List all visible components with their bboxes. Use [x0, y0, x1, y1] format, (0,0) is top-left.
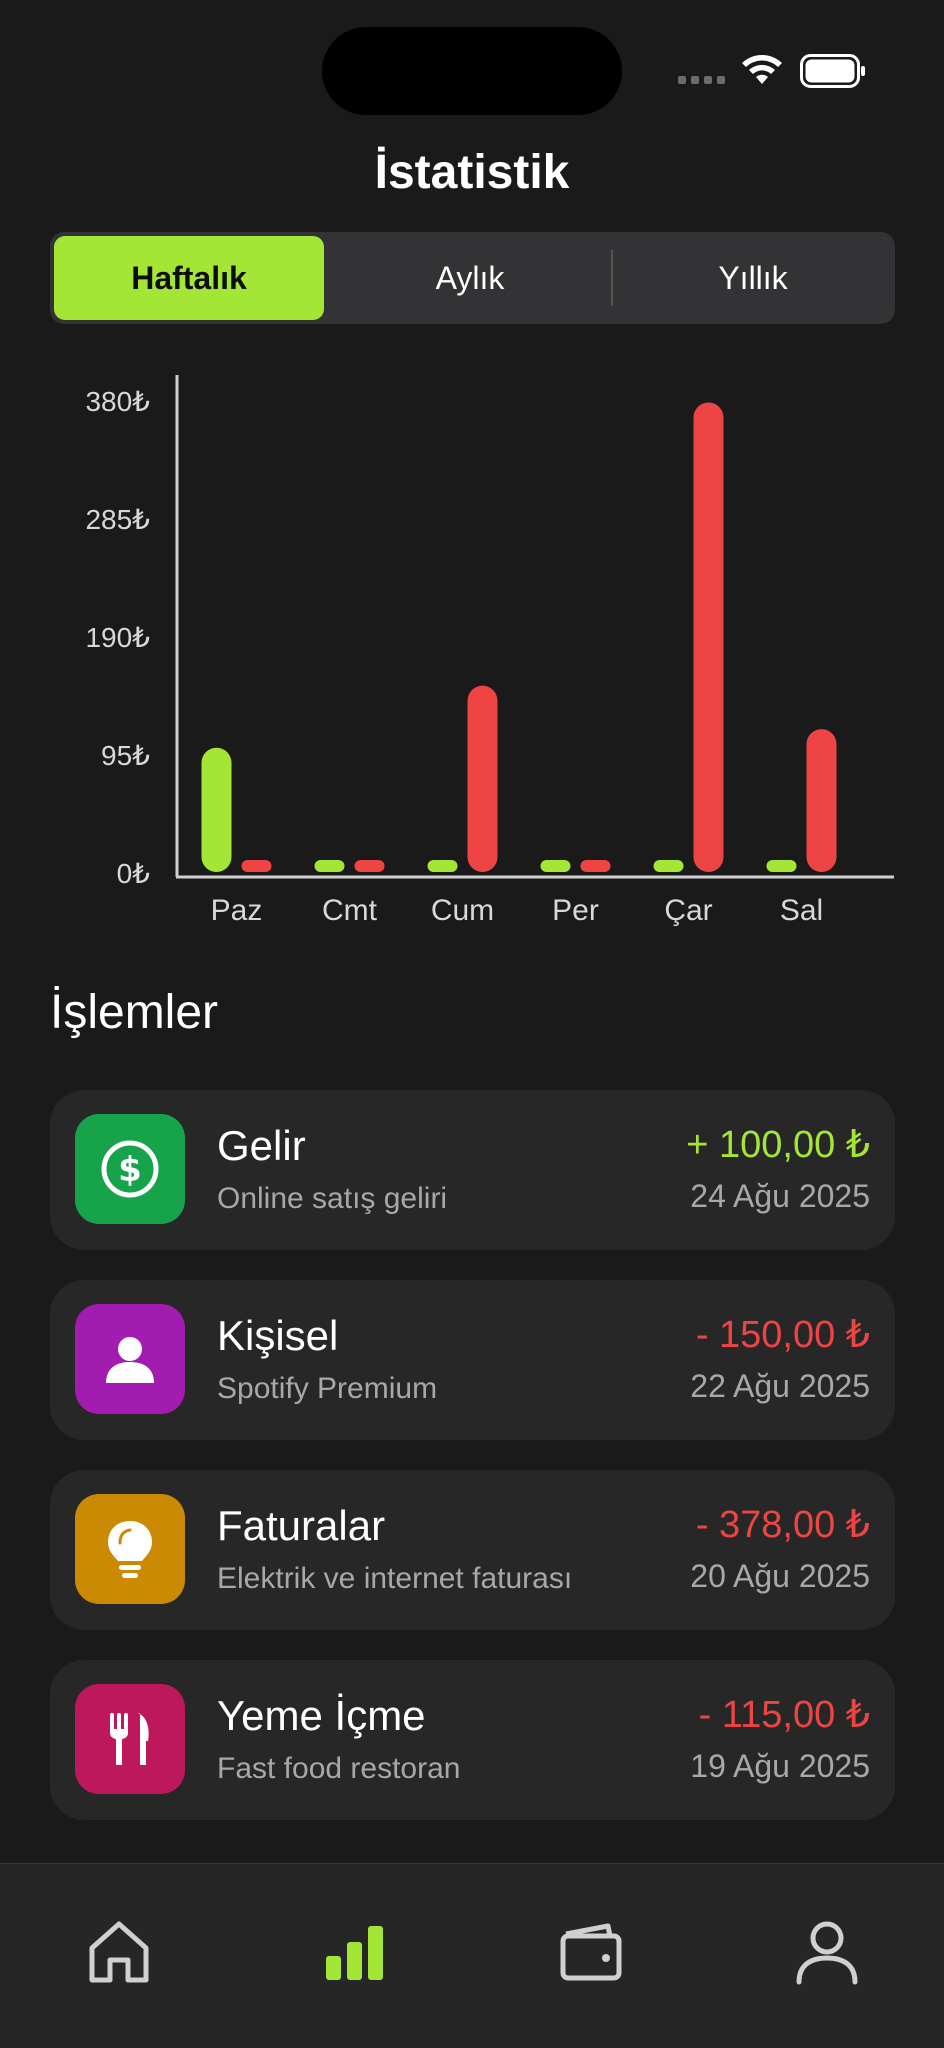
- transaction-subtitle: Online satış geliri: [217, 1182, 448, 1215]
- segment-weekly[interactable]: Haftalık: [54, 236, 324, 320]
- transaction-title: Gelir: [217, 1122, 306, 1169]
- svg-text:$: $: [118, 1150, 142, 1190]
- y-tick-label: 0₺: [117, 858, 151, 889]
- weekly-bar-chart: 0₺ 95₺ 190₺ 285₺ 380₺ Paz Cmt Cum Per Çar Sal: [85, 375, 894, 927]
- y-tick-label: 285₺: [85, 504, 150, 535]
- transaction-title: Kişisel: [217, 1312, 339, 1359]
- transaction-amount: + 100,00 ₺: [686, 1124, 870, 1166]
- status-bar: [0, 0, 944, 130]
- transaction-title: Faturalar: [217, 1502, 386, 1549]
- transaction-amount: - 115,00 ₺: [698, 1694, 870, 1736]
- transaction-amount: - 150,00 ₺: [695, 1314, 870, 1356]
- page-title: İstatistik: [374, 146, 570, 199]
- profile-icon[interactable]: [792, 1916, 862, 1986]
- transaction-date: 20 Ağu 2025: [690, 1558, 870, 1594]
- chart-bar: [427, 860, 458, 872]
- transaction-title: Yeme İçme: [217, 1692, 426, 1739]
- transaction-card[interactable]: Yeme İçme Fast food restoran - 115,00 ₺ …: [50, 1660, 895, 1820]
- segment-divider: [611, 250, 613, 306]
- chart-icon[interactable]: [320, 1916, 390, 1986]
- battery-icon: [800, 54, 865, 88]
- x-tick-label: Çar: [664, 894, 712, 927]
- y-tick-label: 190₺: [85, 622, 150, 653]
- cellular-signal-icon: [678, 76, 725, 84]
- transaction-card[interactable]: Kişisel Spotify Premium - 150,00 ₺ 22 Ağ…: [50, 1280, 895, 1440]
- person-icon: [75, 1304, 185, 1414]
- chart-bar: [653, 860, 684, 872]
- x-tick-label: Cum: [431, 894, 494, 927]
- chart-bar: [693, 402, 724, 872]
- chart-bar: [354, 860, 385, 872]
- y-tick-label: 380₺: [85, 386, 150, 417]
- transaction-subtitle: Spotify Premium: [217, 1372, 438, 1405]
- x-tick-label: Cmt: [322, 894, 378, 927]
- wallet-icon[interactable]: [556, 1916, 626, 1986]
- transaction-subtitle: Elektrik ve internet faturası: [217, 1562, 573, 1595]
- chart-bar: [314, 860, 345, 872]
- transactions-title: İşlemler: [50, 986, 219, 1039]
- x-tick-label: Paz: [211, 894, 263, 927]
- tab-bar: [0, 1863, 944, 2048]
- chart-bar: [580, 860, 611, 872]
- chart-bar: [241, 860, 272, 872]
- transaction-date: 22 Ağu 2025: [690, 1368, 870, 1404]
- chart-bar: [467, 685, 498, 872]
- period-segmented-control: Haftalık Aylık Yıllık: [50, 232, 895, 324]
- dynamic-island: [322, 27, 622, 115]
- dollar-icon: $: [75, 1114, 185, 1224]
- transaction-card[interactable]: $ Gelir Online satış geliri + 100,00 ₺ 2…: [50, 1090, 895, 1250]
- transaction-amount: - 378,00 ₺: [695, 1504, 870, 1546]
- fork-knife-icon: [75, 1684, 185, 1794]
- segment-yearly[interactable]: Yıllık: [614, 236, 892, 320]
- x-tick-label: Sal: [780, 894, 823, 927]
- segment-monthly[interactable]: Aylık: [330, 236, 610, 320]
- transaction-date: 19 Ağu 2025: [690, 1748, 870, 1784]
- chart-bar: [766, 860, 797, 872]
- wifi-icon: [742, 55, 782, 84]
- chart-bar: [540, 860, 571, 872]
- lightbulb-icon: [75, 1494, 185, 1604]
- chart-bar: [806, 729, 837, 872]
- chart-bar: [201, 747, 232, 872]
- transaction-card[interactable]: Faturalar Elektrik ve internet faturası …: [50, 1470, 895, 1630]
- y-tick-label: 95₺: [101, 740, 150, 771]
- x-tick-label: Per: [552, 894, 599, 927]
- home-icon[interactable]: [84, 1916, 154, 1986]
- transaction-date: 24 Ağu 2025: [690, 1178, 870, 1214]
- transaction-subtitle: Fast food restoran: [217, 1752, 461, 1785]
